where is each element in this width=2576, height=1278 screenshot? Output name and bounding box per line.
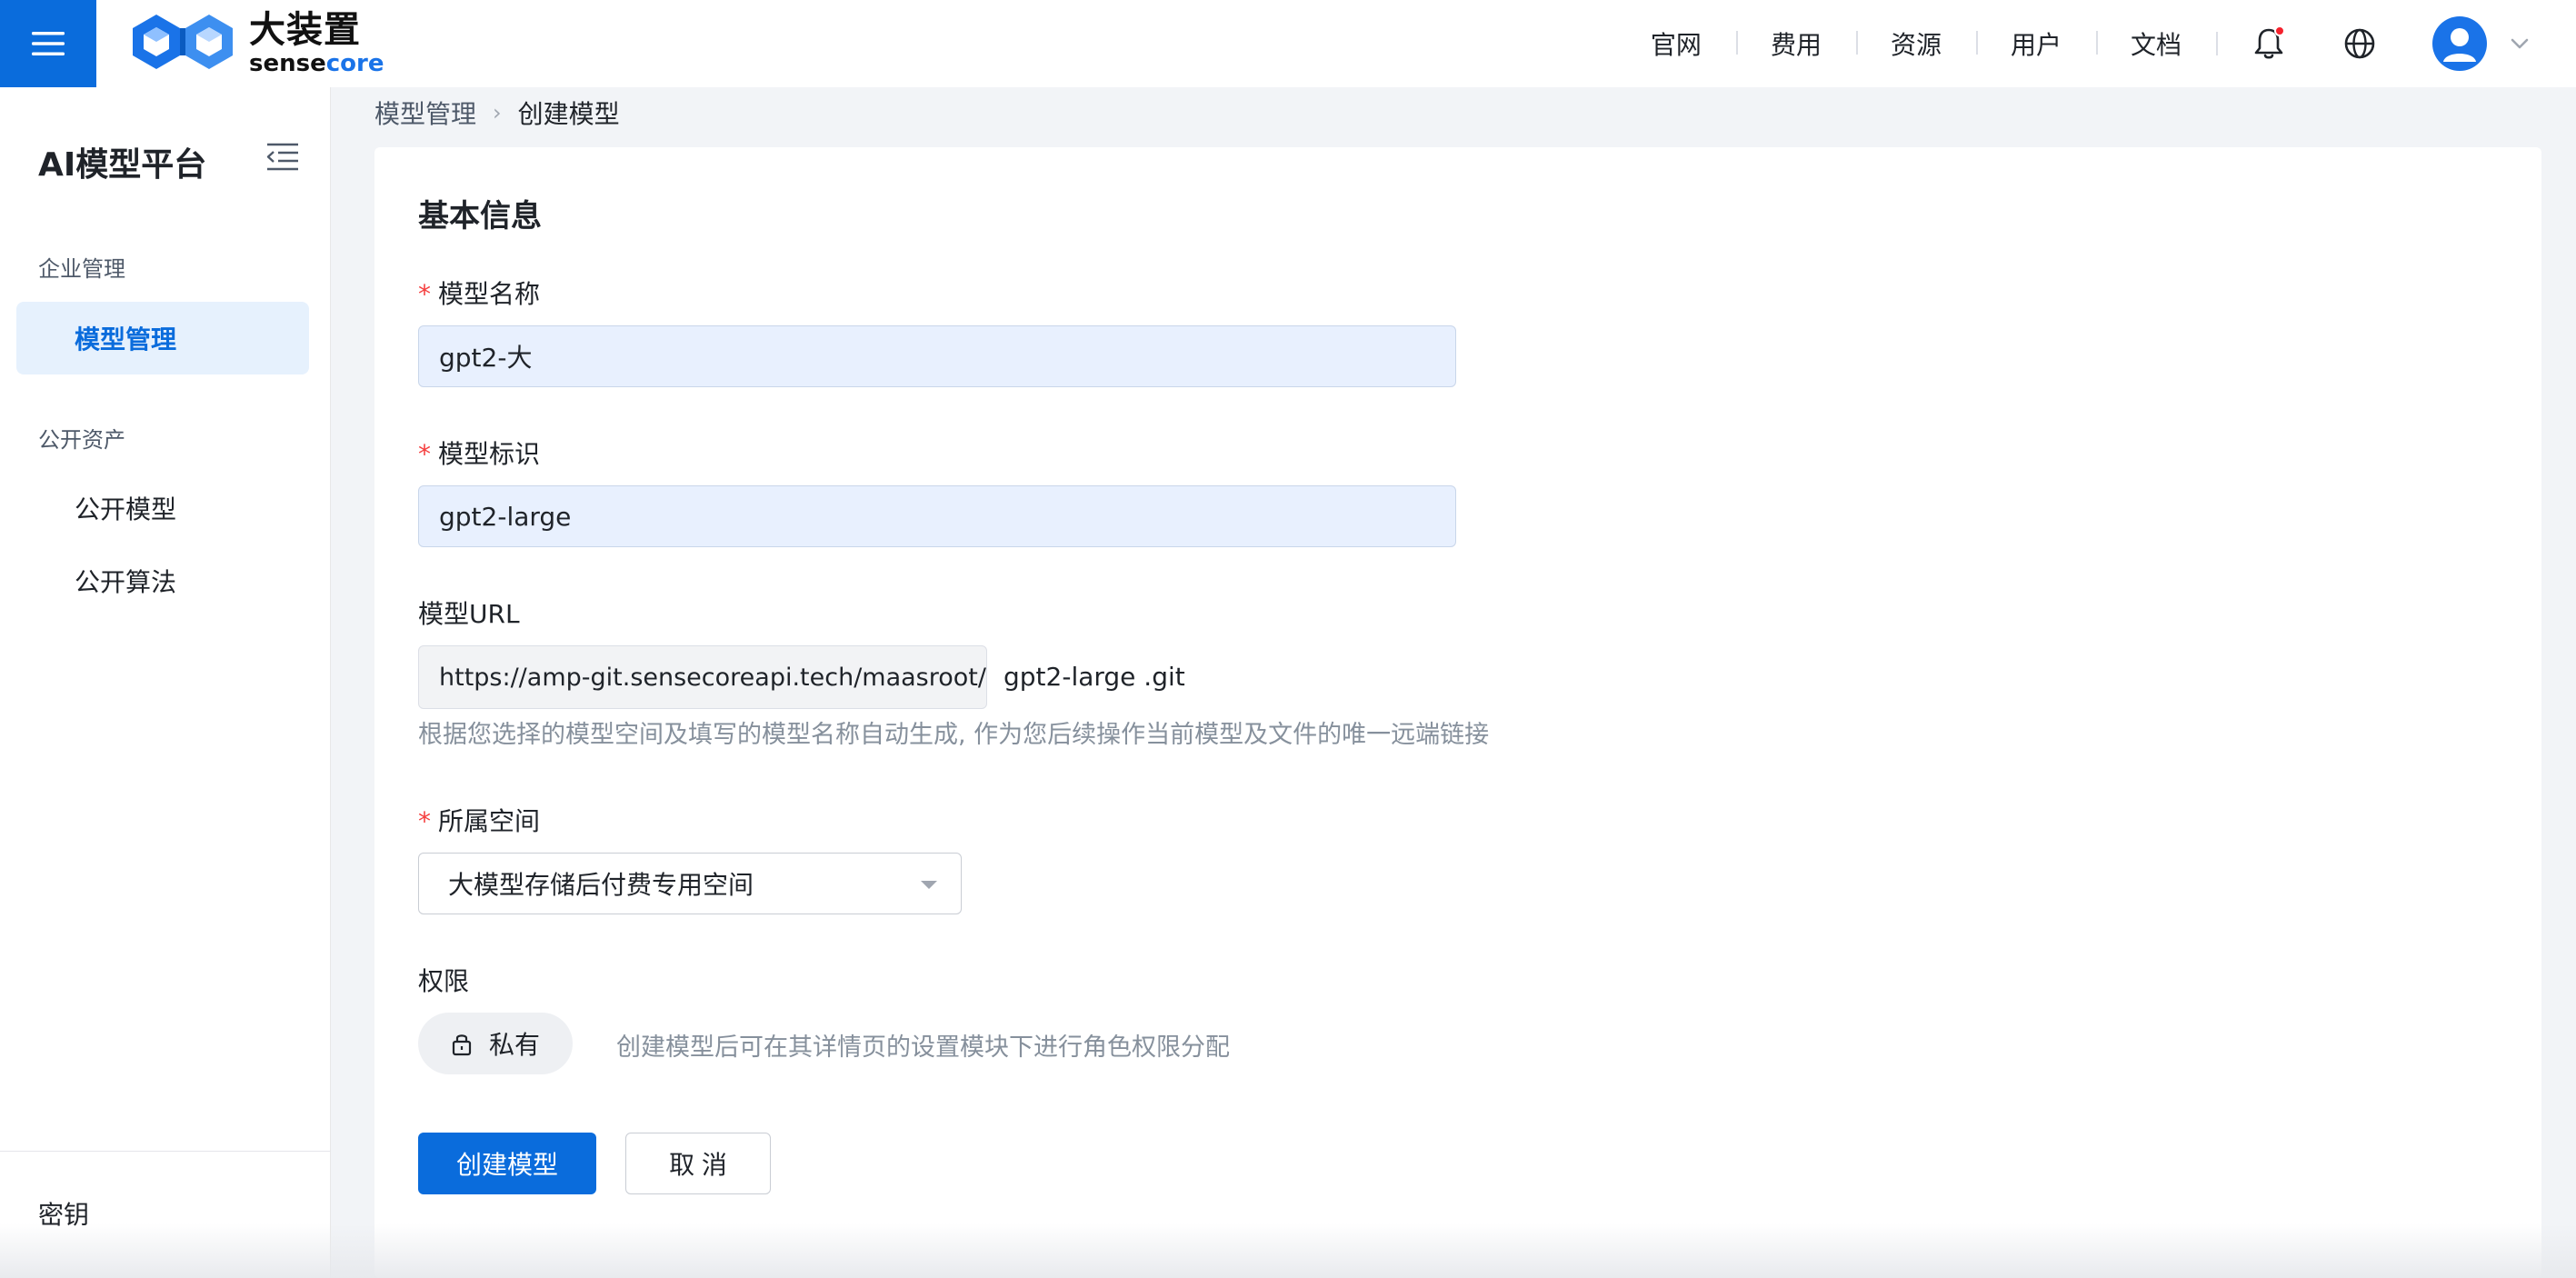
model-url-label: 模型URL bbox=[418, 599, 520, 629]
create-model-form: 基本信息 *模型名称 *模型标识 模型URL https://amp-git.s… bbox=[374, 147, 2541, 1278]
group-label-enterprise: 企业管理 bbox=[38, 256, 125, 282]
space-select[interactable]: 大模型存储后付费专用空间 bbox=[418, 853, 962, 914]
required-mark: * bbox=[418, 806, 431, 836]
sidebar-item-public-models[interactable]: 公开模型 bbox=[16, 472, 309, 544]
model-name-input[interactable] bbox=[418, 325, 1456, 387]
sidebar-item-model-management[interactable]: 模型管理 bbox=[16, 302, 309, 374]
user-menu[interactable] bbox=[2432, 16, 2532, 71]
model-url-suffix: gpt2-large .git bbox=[1003, 662, 1185, 692]
nav-resources[interactable]: 资源 bbox=[1855, 25, 1976, 62]
avatar-icon bbox=[2443, 28, 2476, 62]
group-label-public-assets: 公开资产 bbox=[38, 427, 125, 453]
sidebar: AI模型平台 企业管理 模型管理 公开资产 公开模型 公开算法 密钥 bbox=[0, 87, 331, 1278]
model-id-label: * 模型标识 bbox=[418, 439, 541, 469]
language-button[interactable] bbox=[2331, 15, 2389, 73]
notification-dot bbox=[2274, 25, 2285, 36]
model-id-input[interactable] bbox=[418, 485, 1456, 547]
top-nav: 官网 费用 资源 用户 文档 bbox=[1616, 0, 2576, 87]
chevron-down-icon bbox=[2511, 38, 2529, 49]
permission-private-tag: 私有 bbox=[418, 1013, 573, 1074]
platform-title: AI模型平台 bbox=[38, 146, 207, 184]
nav-users[interactable]: 用户 bbox=[1975, 25, 2096, 62]
sidebar-item-keys[interactable]: 密钥 bbox=[38, 1195, 89, 1232]
section-title: 基本信息 bbox=[418, 198, 542, 235]
logo-title: 大装置 bbox=[249, 9, 361, 51]
menu-button[interactable] bbox=[0, 0, 96, 87]
model-name-label: * 模型名称 bbox=[418, 279, 541, 309]
top-header: 大装置 sensecore 官网 费用 资源 用户 文档 bbox=[0, 0, 2576, 87]
sidebar-item-label: 公开算法 bbox=[75, 567, 177, 597]
sidebar-footer: 密钥 bbox=[0, 1151, 331, 1278]
caret-down-icon bbox=[921, 881, 937, 889]
model-url-hint: 根据您选择的模型空间及填写的模型名称自动生成, 作为您后续操作当前模型及文件的唯… bbox=[418, 721, 1490, 749]
sidebar-item-label: 模型管理 bbox=[75, 324, 177, 354]
breadcrumb-current: 创建模型 bbox=[517, 99, 620, 129]
sensecore-logo-icon bbox=[133, 15, 233, 69]
space-label: * 所属空间 bbox=[418, 806, 541, 836]
required-mark: * bbox=[418, 279, 431, 309]
breadcrumb-parent[interactable]: 模型管理 bbox=[374, 95, 476, 131]
nav-billing[interactable]: 费用 bbox=[1735, 25, 1856, 62]
permission-value: 私有 bbox=[488, 1030, 540, 1060]
notification-button[interactable] bbox=[2240, 15, 2298, 73]
nav-official-site[interactable]: 官网 bbox=[1616, 25, 1736, 62]
required-mark: * bbox=[418, 439, 431, 469]
model-url-prefix: https://amp-git.sensecoreapi.tech/maasro… bbox=[418, 645, 987, 709]
brand-logo[interactable]: 大装置 sensecore bbox=[127, 7, 384, 80]
lock-icon bbox=[452, 1034, 472, 1056]
space-select-value: 大模型存储后付费专用空间 bbox=[448, 870, 754, 900]
collapse-sidebar-icon[interactable] bbox=[265, 142, 300, 175]
cancel-button[interactable]: 取 消 bbox=[625, 1133, 771, 1194]
globe-icon bbox=[2344, 28, 2375, 59]
avatar bbox=[2432, 16, 2487, 71]
logo-subtitle: sensecore bbox=[249, 50, 384, 77]
nav-divider bbox=[2216, 32, 2218, 55]
nav-docs[interactable]: 文档 bbox=[2095, 25, 2216, 62]
menu-icon bbox=[32, 32, 65, 55]
breadcrumb-separator-icon: › bbox=[493, 100, 502, 125]
permission-label: 权限 bbox=[418, 966, 470, 996]
breadcrumb: 模型管理 › 创建模型 bbox=[374, 95, 620, 131]
sidebar-item-public-algorithms[interactable]: 公开算法 bbox=[16, 544, 309, 617]
sidebar-item-label: 公开模型 bbox=[75, 494, 177, 524]
create-model-button[interactable]: 创建模型 bbox=[418, 1133, 596, 1194]
permission-hint: 创建模型后可在其详情页的设置模块下进行角色权限分配 bbox=[616, 1033, 1230, 1062]
